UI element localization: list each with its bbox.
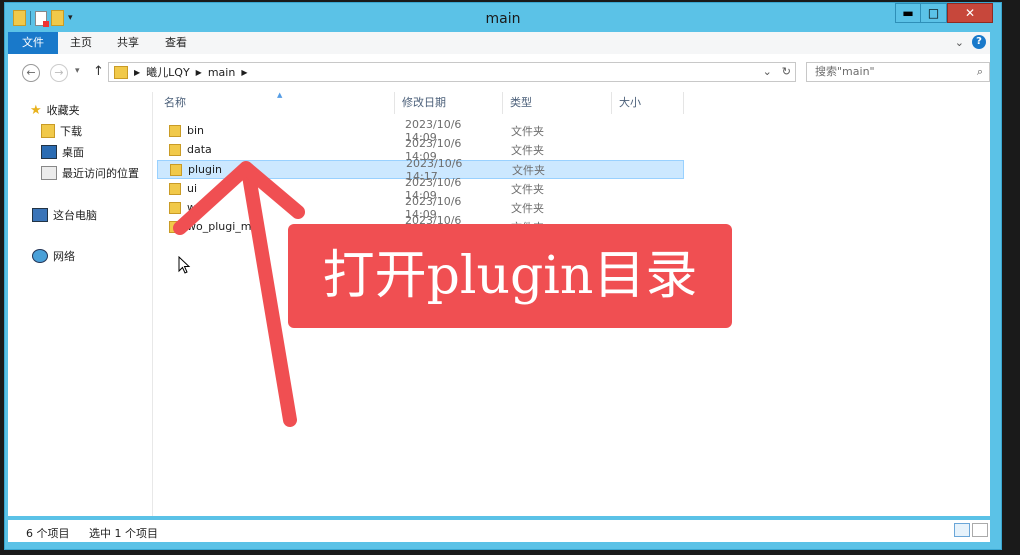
mouse-cursor-icon [178,256,191,274]
annotation-callout: 打开plugin目录 [288,224,732,328]
